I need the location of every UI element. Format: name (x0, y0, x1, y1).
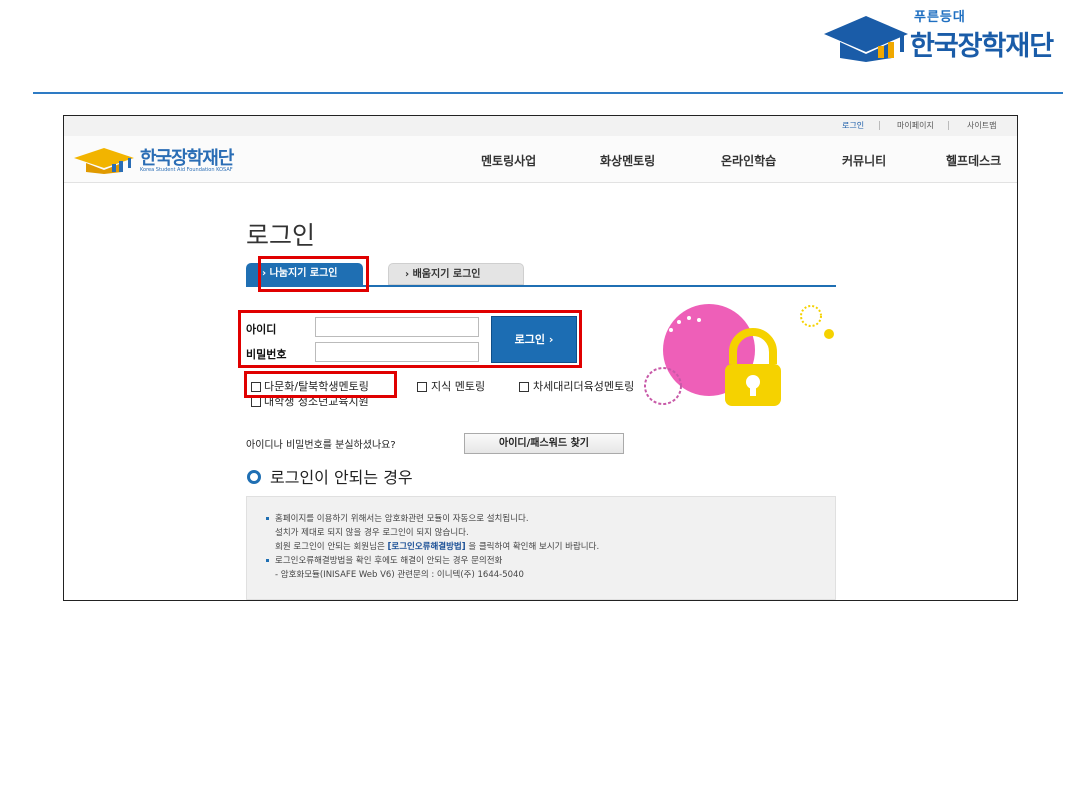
highlight-checkbox-box (244, 371, 397, 398)
util-mypage-link[interactable]: 마이페이지 (897, 120, 934, 131)
info-line-1: 홈페이지를 이용하기 위해서는 암호화관련 모듈이 자동으로 설치됩니다. (275, 514, 529, 524)
page-title: 로그인 (246, 221, 316, 250)
info-line-2: 설치가 제대로 되지 않을 경우 로그인이 되지 않습니다. (275, 528, 469, 538)
bullet-icon (266, 517, 269, 520)
util-sitemap-link[interactable]: 사이트맵 (967, 120, 996, 131)
bullet-icon (266, 559, 269, 562)
checkbox-knowledge-label: 지식 멘토링 (431, 380, 486, 393)
graduation-cap-icon (824, 16, 908, 62)
info-line-3-post: 을 클릭하여 확인해 보시기 바랍니다. (465, 542, 600, 552)
lock-illustration-icon (644, 304, 834, 406)
find-id-password-button[interactable]: 아이디/패스워드 찾기 (464, 433, 624, 454)
utility-bar: 로그인 마이페이지 사이트맵 (64, 116, 1017, 136)
site-header: 한국장학재단 Korea Student Aid Foundation KOSA… (64, 136, 1017, 183)
gnb-video-mentoring[interactable]: 화상멘토링 (600, 152, 655, 169)
info-line-3-pre: 회원 로그인이 안되는 회원님은 (275, 542, 388, 552)
highlight-tab-box (258, 256, 369, 292)
checkbox-next-leader[interactable] (519, 382, 529, 392)
util-login-link[interactable]: 로그인 (842, 120, 864, 131)
circle-bullet-icon (247, 470, 261, 484)
info-line-4: 로그인오류해결방법을 확인 후에도 해결이 안되는 경우 문의전화 (275, 556, 503, 566)
checkbox-knowledge[interactable] (417, 382, 427, 392)
util-separator (879, 121, 880, 130)
site-logo-en: Korea Student Aid Foundation KOSAF (140, 167, 233, 173)
checkbox-youth-education[interactable] (251, 397, 261, 407)
website-screenshot: 로그인 마이페이지 사이트맵 한국장학재단 Korea Student Aid … (63, 115, 1018, 601)
site-logo[interactable]: 한국장학재단 Korea Student Aid Foundation KOSA… (72, 142, 262, 178)
trouble-info-box: 홈페이지를 이용하기 위해서는 암호화관련 모듈이 자동으로 설치됩니다. 설치… (246, 496, 836, 600)
info-line-3: 회원 로그인이 안되는 회원님은 [로그인오류해결방법] 을 클릭하여 확인해 … (275, 540, 599, 552)
highlight-login-form-box (238, 310, 582, 368)
checkbox-next-leader-label: 차세대리더육성멘토링 (533, 380, 635, 393)
info-line-5: - 암호화모듈(INISAFE Web V6) 관련문의 : 이니텍(주) 16… (275, 570, 524, 580)
gnb-mentoring[interactable]: 멘토링사업 (481, 152, 536, 169)
graduation-cap-icon (74, 148, 134, 174)
tab-learner-login[interactable]: › 배움지기 로그인 (388, 263, 524, 285)
trouble-title: 로그인이 안되는 경우 (270, 468, 413, 487)
gnb-community[interactable]: 커뮤니티 (842, 152, 886, 169)
slide-logo: 푸른등대 한국장학재단 (822, 4, 1074, 64)
login-error-guide-link[interactable]: [로그인오류해결방법] (387, 542, 465, 552)
slide-divider (33, 92, 1063, 94)
lost-credentials-text: 아이디나 비밀번호를 분실하셨나요? (246, 440, 396, 451)
util-separator (948, 121, 949, 130)
gnb-helpdesk[interactable]: 헬프데스크 (946, 152, 1001, 169)
slide-logo-main: 한국장학재단 (910, 31, 1054, 62)
gnb-online-learning[interactable]: 온라인학습 (721, 152, 776, 169)
slide-logo-sub: 푸른등대 (914, 10, 966, 25)
